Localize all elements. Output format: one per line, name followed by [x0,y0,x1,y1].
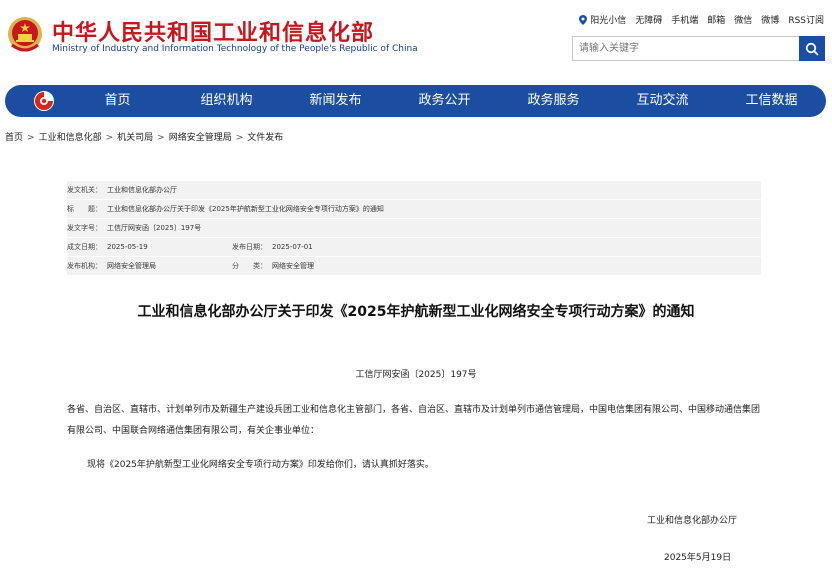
toplink-wechat[interactable]: 微信 [734,13,752,26]
breadcrumb-ministry[interactable]: 工业和信息化部 [39,133,102,143]
top-links: 阳光小信 无障碍 手机端 邮箱 微信 微博 RSS订阅 [579,13,824,26]
meta-row-org: 发布机构： 网络安全管理局 分 类： 网络安全管理 [67,257,761,276]
breadcrumb-separator: > [27,133,35,143]
meta-subject: 工业和信息化部办公厅关于印发《2025年护航新型工业化网络安全专项行动方案》的通… [107,205,384,213]
toplink-sunshine[interactable]: 阳光小信 [579,13,626,26]
toplink-sunshine-label: 阳光小信 [590,16,627,26]
meta-label: 发文机关： [67,186,102,194]
document-title: 工业和信息化部办公厅关于印发《2025年护航新型工业化网络安全专项行动方案》的通… [137,304,695,320]
document-signature: 工业和信息化部办公厅 [647,516,738,526]
main-nav: 首页 组织机构 新闻发布 政务公开 政务服务 互动交流 工信数据 [5,85,826,117]
meta-org: 网络安全管理局 [107,262,156,270]
site-title[interactable]: 中华人民共和国工业和信息化部 [52,15,374,47]
nav-items: 首页 组织机构 新闻发布 政务公开 政务服务 互动交流 工信数据 [63,85,826,117]
meta-label: 发布机构： [67,262,102,270]
document-body: 现将《2025年护航新型工业化网络安全专项行动方案》印发给你们，请认真抓好落实。 [87,460,434,470]
meta-label: 标 题： [67,205,102,213]
nav-services[interactable]: 政务服务 [499,85,608,117]
site-header: 中华人民共和国工业和信息化部 Ministry of Industry and … [0,0,832,84]
search-button[interactable] [799,36,825,61]
document-date: 2025年5月19日 [664,553,732,563]
meta-docno: 工信厅网安函〔2025〕197号 [107,224,202,232]
breadcrumb-home[interactable]: 首页 [5,133,23,143]
nav-home[interactable]: 首页 [63,85,172,117]
nav-gov-affairs[interactable]: 政务公开 [390,85,499,117]
breadcrumb-departments[interactable]: 机关司局 [117,133,153,143]
meta-issuer: 工业和信息化部办公厅 [107,186,177,194]
location-pin-icon [579,14,588,25]
toplink-mobile[interactable]: 手机端 [671,13,698,26]
breadcrumb-documents[interactable]: 文件发布 [247,133,283,143]
nav-data[interactable]: 工信数据 [717,85,826,117]
meta-label: 发布日期： [232,243,267,251]
meta-date: 2025-05-19 [107,243,148,251]
nav-news[interactable]: 新闻发布 [281,85,390,117]
toplink-mail[interactable]: 邮箱 [707,13,725,26]
meta-label: 分 类： [232,262,267,270]
breadcrumb: 首页 > 工业和信息化部 > 机关司局 > 网络安全管理局 > 文件发布 [5,130,283,143]
search-icon [805,42,819,56]
nav-interaction[interactable]: 互动交流 [608,85,717,117]
meta-label: 发文字号： [67,224,102,232]
document-number: 工信厅网安函〔2025〕197号 [355,370,477,380]
breadcrumb-separator: > [105,133,114,143]
national-emblem-icon[interactable] [6,15,44,55]
toplink-weibo[interactable]: 微博 [761,13,779,26]
document-recipients: 各省、自治区、直辖市、计划单列市及新疆生产建设兵团工业和信息化主管部门，各省、自… [67,405,761,436]
meta-row-issuer: 发文机关： 工业和信息化部办公厅 [67,181,761,200]
breadcrumb-separator: > [157,133,165,143]
breadcrumb-cyber-bureau[interactable]: 网络安全管理局 [169,133,232,143]
miit-logo-icon[interactable] [33,90,55,112]
meta-row-subject: 标 题： 工业和信息化部办公厅关于印发《2025年护航新型工业化网络安全专项行动… [67,200,761,219]
meta-pubdate: 2025-07-01 [272,243,313,251]
search-box [572,36,825,61]
site-subtitle-en: Ministry of Industry and Information Tec… [52,44,418,54]
meta-row-dates: 成文日期： 2025-05-19 发布日期： 2025-07-01 [67,238,761,257]
search-input[interactable] [573,37,799,60]
breadcrumb-separator: > [235,133,244,143]
nav-organization[interactable]: 组织机构 [172,85,281,117]
toplink-rss[interactable]: RSS订阅 [788,13,824,26]
meta-category: 网络安全管理 [272,262,314,270]
toplink-accessibility[interactable]: 无障碍 [635,13,662,26]
meta-row-docno: 发文字号： 工信厅网安函〔2025〕197号 [67,219,761,238]
meta-label: 成文日期： [67,243,102,251]
document-meta-table: 发文机关： 工业和信息化部办公厅 标 题： 工业和信息化部办公厅关于印发《202… [67,181,761,276]
